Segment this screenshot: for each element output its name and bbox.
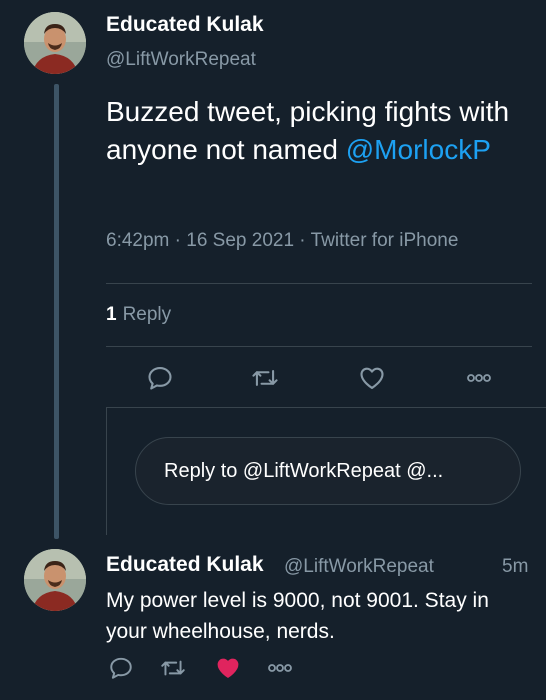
avatar-image [24,12,86,74]
reply-text: My power level is 9000, not 9001. Stay i… [106,589,489,643]
reply-reply-icon[interactable] [108,655,134,681]
reply-avatar[interactable] [24,549,86,611]
mention-link[interactable]: @MorlockP [346,134,491,165]
reply-retweet-icon[interactable] [159,655,187,681]
reply-like-icon[interactable] [214,655,242,681]
tweet-thread-page: Educated Kulak @LiftWorkRepeat Buzzed tw… [0,0,546,700]
reply-timestamp[interactable]: 5m [502,556,528,578]
avatar-image [24,549,86,611]
reply-icon[interactable] [146,364,174,392]
reply-count-number: 1 [106,304,117,325]
tweet-text: Buzzed tweet, picking fights with anyone… [106,93,526,169]
avatar[interactable] [24,12,86,74]
more-icon[interactable] [465,368,493,388]
reply-count-label: Reply [122,304,172,325]
reply-input[interactable]: Reply to @LiftWorkRepeat @... [135,437,521,505]
thread-line [54,84,59,539]
author-handle[interactable]: @LiftWorkRepeat [106,49,256,71]
divider [106,346,532,347]
tweet-meta[interactable]: 6:42pm · 16 Sep 2021 · Twitter for iPhon… [106,230,458,252]
reply-count[interactable]: 1 Reply [106,304,171,326]
reply-author-name[interactable]: Educated Kulak [106,553,264,577]
like-icon[interactable] [358,364,386,392]
reply-author-handle[interactable]: @LiftWorkRepeat [284,556,434,578]
divider [106,283,532,284]
retweet-icon[interactable] [250,364,280,392]
author-name[interactable]: Educated Kulak [106,13,264,37]
reply-more-icon[interactable] [266,658,294,678]
